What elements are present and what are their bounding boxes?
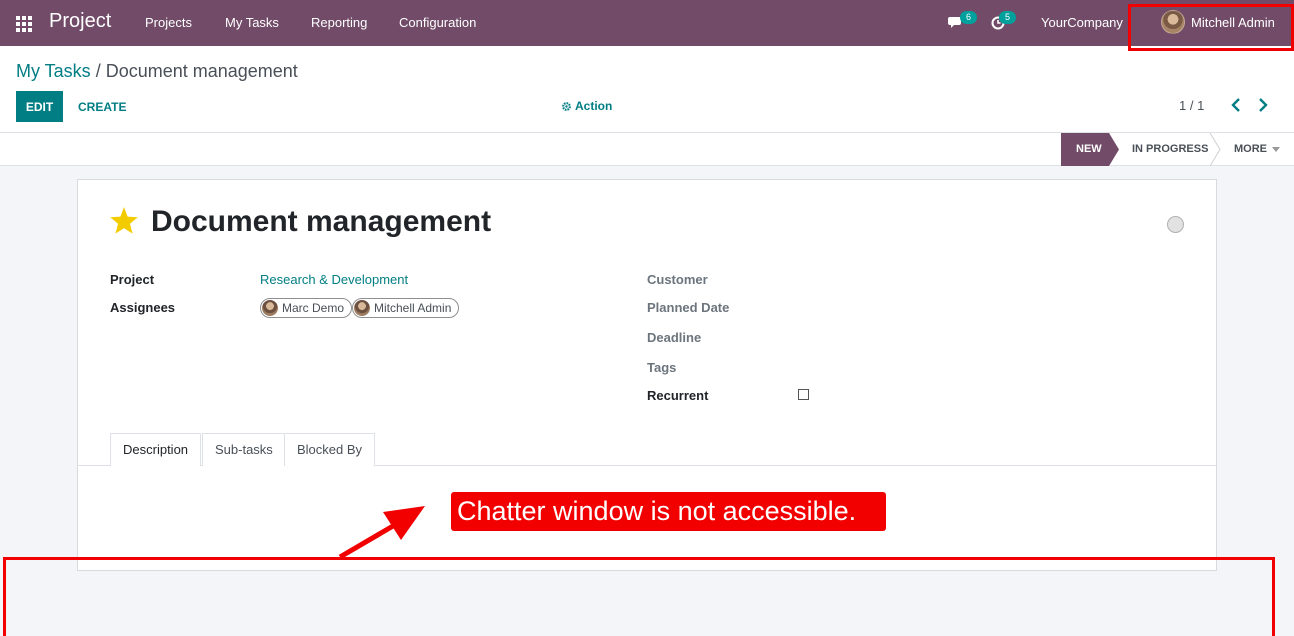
caret-down-icon: [1272, 147, 1280, 152]
activities-badge: 5: [999, 11, 1016, 24]
project-label: Project: [110, 272, 155, 287]
project-value-link[interactable]: Research & Development: [260, 272, 408, 287]
planned-date-label: Planned Date: [647, 300, 730, 315]
menu-configuration[interactable]: Configuration: [399, 15, 476, 30]
recurrent-checkbox[interactable]: [798, 389, 809, 400]
kanban-state-indicator[interactable]: [1167, 216, 1184, 233]
pager-next-icon[interactable]: [1256, 97, 1270, 113]
assignee-tag[interactable]: Marc Demo: [260, 298, 353, 318]
edit-button[interactable]: EDIT: [16, 91, 63, 122]
recurrent-label: Recurrent: [647, 388, 709, 403]
statusbar: NEW IN PROGRESS MORE: [0, 133, 1294, 166]
breadcrumb-separator: /: [90, 61, 106, 81]
assignee-tag[interactable]: Mitchell Admin: [352, 298, 460, 318]
gear-icon: [562, 101, 571, 111]
stage-separator-icon: [1209, 133, 1221, 166]
messages-badge: 6: [960, 11, 977, 24]
deadline-label: Deadline: [647, 330, 702, 345]
company-switcher[interactable]: YourCompany: [1041, 15, 1123, 30]
action-label: Action: [575, 99, 613, 113]
assignee-avatar: [354, 300, 370, 316]
apps-menu-icon[interactable]: [16, 16, 32, 32]
pager-value[interactable]: 1 / 1: [1179, 98, 1204, 113]
app-name[interactable]: Project: [49, 10, 111, 33]
menu-reporting[interactable]: Reporting: [311, 15, 367, 30]
assignee-avatar: [262, 300, 278, 316]
top-navbar: Project Projects My Tasks Reporting Conf…: [0, 0, 1294, 46]
annotation-arrow-icon: [338, 506, 425, 560]
breadcrumb-current: Document management: [105, 61, 298, 81]
pager-previous-icon[interactable]: [1229, 97, 1243, 113]
assignees-label: Assignees: [110, 300, 176, 315]
breadcrumb: My Tasks / Document management: [16, 61, 298, 82]
task-title[interactable]: Document management: [151, 205, 491, 239]
menu-my-tasks[interactable]: My Tasks: [225, 15, 279, 30]
star-icon[interactable]: [109, 207, 139, 236]
highlight-user-menu-box: [1128, 4, 1294, 51]
action-dropdown-button[interactable]: Action: [561, 99, 612, 113]
assignee-name: Marc Demo: [282, 301, 345, 315]
stage-more-label: MORE: [1234, 143, 1267, 155]
highlight-chatter-area-box: [3, 557, 1275, 636]
assignee-name: Mitchell Admin: [374, 301, 452, 315]
control-panel: My Tasks / Document management EDIT CREA…: [0, 46, 1294, 133]
menu-projects[interactable]: Projects: [145, 15, 192, 30]
tab-blocked-by[interactable]: Blocked By: [284, 433, 376, 466]
tab-sub-tasks[interactable]: Sub-tasks: [202, 433, 286, 466]
customer-label: Customer: [647, 272, 708, 287]
breadcrumb-parent-link[interactable]: My Tasks: [16, 61, 91, 81]
stage-new[interactable]: NEW: [1061, 133, 1119, 166]
create-button[interactable]: CREATE: [70, 91, 134, 122]
annotation-callout: Chatter window is not accessible.: [451, 492, 886, 531]
tags-label: Tags: [647, 360, 677, 375]
tab-description[interactable]: Description: [110, 433, 202, 466]
stage-more-dropdown[interactable]: MORE: [1234, 133, 1280, 166]
